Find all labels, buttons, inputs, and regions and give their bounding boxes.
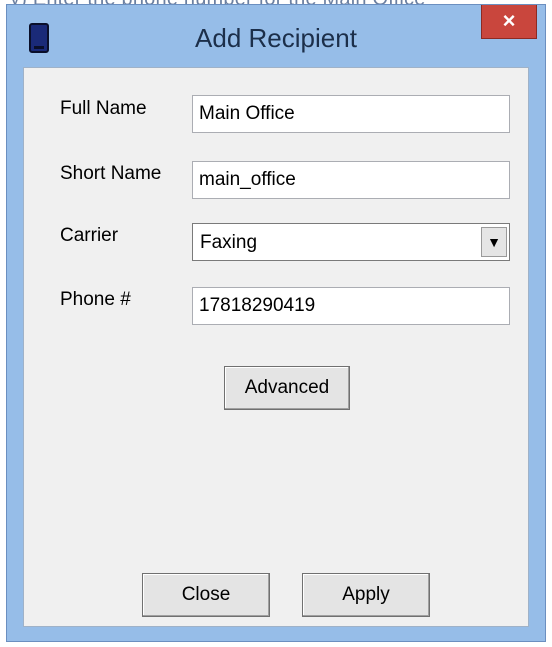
carrier-select[interactable]: Faxing ▼ <box>192 223 510 261</box>
full-name-label: Full Name <box>60 98 147 119</box>
title-bar[interactable]: Add Recipient × <box>7 5 545 67</box>
close-window-button[interactable]: × <box>481 5 537 39</box>
chevron-down-icon[interactable]: ▼ <box>481 227 507 257</box>
close-button[interactable]: Close <box>142 573 270 617</box>
full-name-input[interactable] <box>192 95 510 133</box>
add-recipient-dialog: Add Recipient × Full Name Short Name Car… <box>6 4 546 642</box>
dialog-title: Add Recipient <box>195 23 357 53</box>
dialog-body: Full Name Short Name Carrier Faxing ▼ Ph… <box>23 67 529 627</box>
short-name-input[interactable] <box>192 161 510 199</box>
apply-button[interactable]: Apply <box>302 573 430 617</box>
carrier-selected-value: Faxing <box>200 232 258 253</box>
short-name-label: Short Name <box>60 163 162 184</box>
phone-label: Phone # <box>60 289 131 310</box>
phone-input[interactable] <box>192 287 510 325</box>
carrier-label: Carrier <box>60 225 119 246</box>
advanced-button[interactable]: Advanced <box>224 366 350 410</box>
